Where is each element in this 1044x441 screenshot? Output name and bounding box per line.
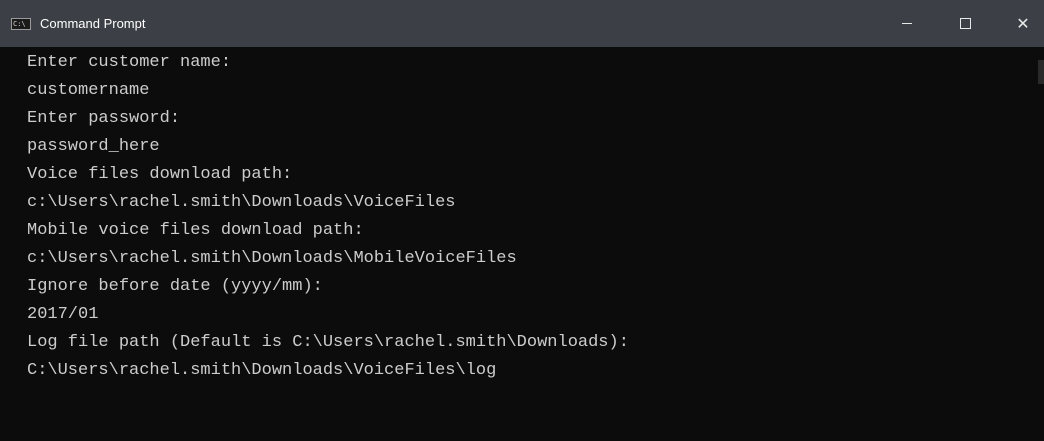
window-title: Command Prompt — [40, 16, 146, 31]
close-icon: ✕ — [1016, 14, 1030, 33]
console-line: c:\Users\rachel.smith\Downloads\MobileVo… — [27, 249, 517, 268]
console-line: c:\Users\rachel.smith\Downloads\VoiceFil… — [27, 193, 456, 212]
console-line: password_here — [27, 137, 160, 156]
minimize-icon — [902, 23, 912, 24]
maximize-button[interactable] — [942, 0, 988, 47]
console-line: Mobile voice files download path: — [27, 221, 364, 240]
scrollbar-thumb[interactable] — [1038, 60, 1044, 84]
console-line: Log file path (Default is C:\Users\rache… — [27, 333, 629, 352]
console-line: Voice files download path: — [27, 165, 293, 184]
command-prompt-window: C:\ Command Prompt ✕ Enter customer name… — [0, 0, 1044, 441]
maximize-icon — [959, 18, 971, 29]
title-bar[interactable]: C:\ Command Prompt ✕ — [0, 0, 1044, 47]
minimize-button[interactable] — [884, 0, 930, 47]
console-line: Enter password: — [27, 109, 181, 128]
cmd-icon: C:\ — [11, 18, 31, 30]
close-button[interactable]: ✕ — [1000, 0, 1044, 47]
console-line: C:\Users\rachel.smith\Downloads\VoiceFil… — [27, 361, 497, 380]
console-line: 2017/01 — [27, 305, 99, 324]
console-line: Enter customer name: — [27, 53, 232, 72]
console-line: customername — [27, 81, 150, 100]
scrollbar[interactable] — [1038, 47, 1044, 441]
console-line: Ignore before date (yyyy/mm): — [27, 277, 323, 296]
console-output[interactable]: Enter customer name: customername Enter … — [0, 47, 1044, 441]
